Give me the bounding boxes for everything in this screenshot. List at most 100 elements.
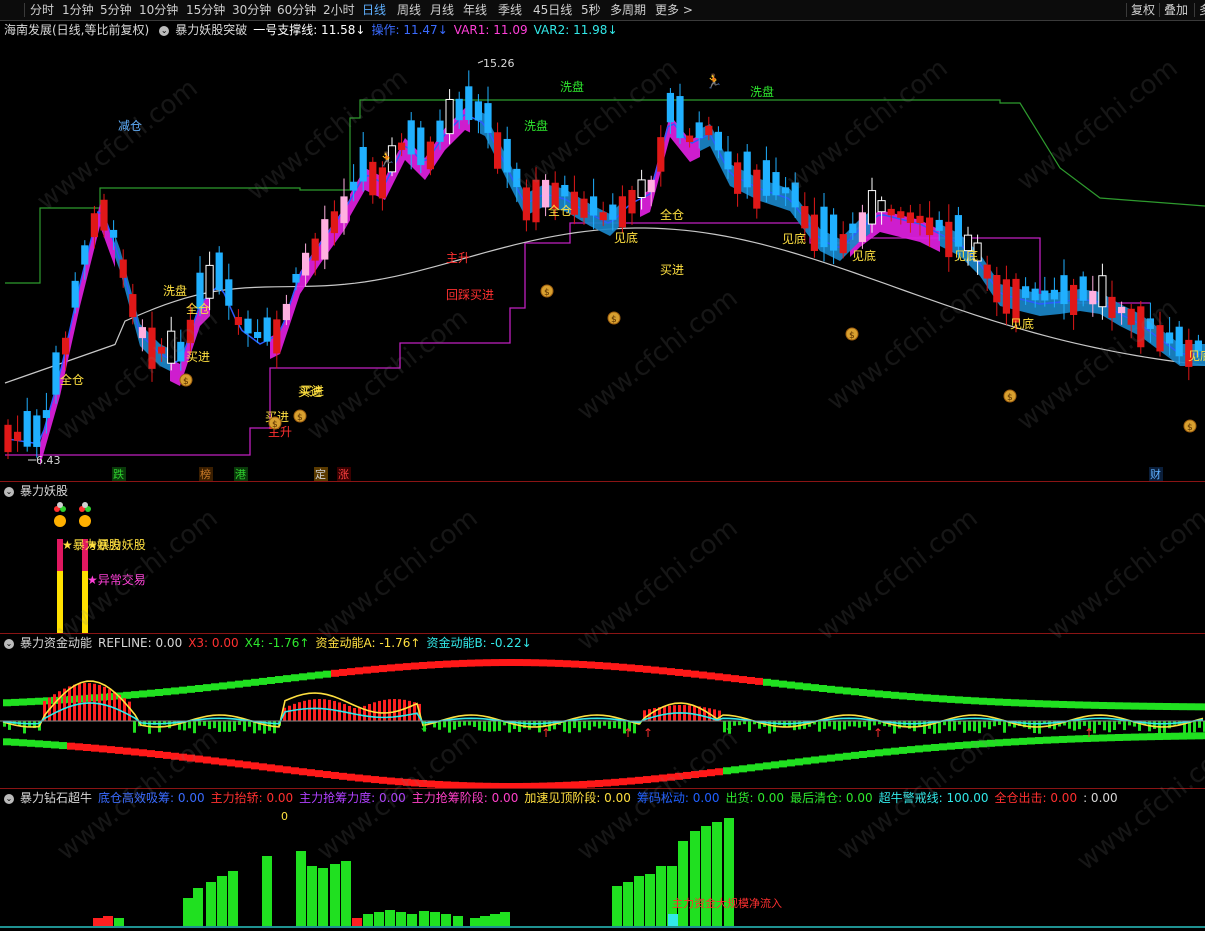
period-tab[interactable]: 30分钟 (232, 2, 271, 18)
envelope-lower (339, 772, 347, 780)
envelope-upper (611, 663, 619, 671)
indicator-value: 主力抬轿: 0.00 (210, 791, 294, 805)
momentum-bar (498, 721, 501, 731)
candle-body (1050, 289, 1058, 300)
capital-bar (668, 914, 678, 926)
candle-body (772, 172, 780, 196)
envelope-lower (891, 747, 899, 755)
period-tab[interactable]: 45日线 (533, 2, 572, 18)
momentum-bar (1123, 721, 1126, 731)
candle-body (100, 199, 108, 231)
toolbar-button[interactable]: 多 (1199, 2, 1205, 18)
momentum-bar (298, 702, 301, 721)
momentum-bar (988, 721, 991, 730)
momentum-bar (288, 705, 291, 721)
diamond-bull-chart[interactable]: 0 主力资金大规模净流入 (0, 806, 1205, 931)
momentum-bar (408, 700, 411, 721)
envelope-upper (267, 676, 275, 684)
capital-bar (645, 874, 655, 926)
period-tab[interactable]: 周线 (397, 2, 421, 18)
period-tab[interactable]: 5秒 (581, 2, 601, 18)
period-tab[interactable]: 月线 (430, 2, 454, 18)
period-tab[interactable]: 15分钟 (186, 2, 225, 18)
period-tab[interactable]: 1分钟 (62, 2, 94, 18)
envelope-upper (667, 668, 675, 676)
momentum-bar (973, 721, 976, 732)
panel4-title[interactable]: 暴力钻石超牛 (20, 791, 92, 805)
balloon-icon (57, 502, 63, 508)
envelope-lower (387, 777, 395, 785)
envelope-upper (1019, 699, 1027, 707)
candle-body (1137, 306, 1145, 348)
envelope-upper (163, 688, 171, 696)
candle-body (14, 431, 22, 441)
period-tab[interactable]: 2小时 (323, 2, 355, 18)
period-tab[interactable]: 年线 (463, 2, 487, 18)
envelope-upper (803, 683, 811, 691)
toolbar-button[interactable]: 叠加 (1164, 2, 1188, 18)
monster-stock-signal-chart[interactable]: ★暴力妖股★暴力妖股★异常交易 (0, 499, 1205, 633)
period-tab[interactable]: 多周期 (610, 2, 646, 18)
momentum-bar (983, 721, 986, 728)
envelope-upper (1075, 701, 1083, 709)
panel3-title[interactable]: 暴力资金动能 (20, 636, 92, 650)
toolbar-button[interactable]: 复权 (1131, 2, 1155, 18)
period-tab[interactable]: 更多 > (655, 2, 693, 18)
period-tab[interactable]: 5分钟 (100, 2, 132, 18)
collapse-icon[interactable]: ⌄ (159, 25, 170, 36)
momentum-bar (948, 721, 951, 732)
collapse-icon[interactable]: ⌄ (4, 486, 14, 497)
envelope-lower (971, 740, 979, 748)
candlestick-chart[interactable]: 减仓洗盘全仓买进洗盘全仓买进主升回踩买进买进买进主升洗盘全仓见底买进全仓见底洗盘… (0, 38, 1205, 482)
momentum-bar (448, 721, 451, 733)
collapse-icon[interactable]: ⌄ (4, 793, 14, 804)
momentum-bar (443, 721, 446, 728)
candle-body (110, 229, 118, 238)
capital-bar (206, 882, 216, 926)
capital-bar (612, 886, 622, 926)
stock-title[interactable]: 海南发展(日线,等比前复权) (4, 23, 149, 37)
envelope-upper (635, 665, 643, 673)
period-tab[interactable]: 季线 (498, 2, 522, 18)
momentum-bar (963, 721, 966, 733)
envelope-upper (1139, 702, 1147, 710)
capital-bar (623, 882, 633, 926)
capital-momentum-chart[interactable]: ↑ ↑ ↑ ↑ ↑ ↓ ↓ (0, 651, 1205, 788)
down-arrow-icon: ↓ (419, 720, 429, 734)
indicator-name[interactable]: 暴力妖股突破 (175, 23, 247, 37)
up-arrow-icon: ↑ (873, 726, 883, 740)
candle-body (1089, 290, 1097, 305)
market-tag: 财 (1150, 467, 1161, 481)
collapse-icon[interactable]: ⌄ (4, 638, 14, 649)
signal-label: 全仓 (186, 301, 210, 316)
envelope-lower (1147, 733, 1155, 741)
panel2-title[interactable]: 暴力妖股 (20, 484, 68, 498)
envelope-lower (347, 773, 355, 781)
candle-body (858, 212, 866, 242)
capital-bar (330, 864, 340, 926)
candle-body (62, 337, 70, 355)
envelope-upper (1131, 702, 1139, 710)
momentum-bar (563, 721, 566, 732)
period-tab[interactable]: 分时 (30, 2, 54, 18)
envelope-upper (323, 670, 331, 678)
envelope-lower (1131, 733, 1139, 741)
period-tab[interactable]: 60分钟 (277, 2, 316, 18)
period-toolbar: 分时 1分钟 5分钟 10分钟 15分钟 30分钟 60分钟 2小时 日线 周线 月线 年线 季线 45日… (0, 0, 1205, 21)
candle-body (4, 424, 12, 453)
envelope-lower (331, 771, 339, 779)
period-tab[interactable]: 日线 (362, 2, 386, 18)
period-tab[interactable]: 10分钟 (139, 2, 178, 18)
envelope-lower (1187, 732, 1195, 740)
envelope-lower (115, 746, 123, 754)
envelope-lower (1139, 733, 1147, 741)
momentum-bar (113, 691, 116, 721)
candle-body (849, 223, 857, 234)
momentum-bar (818, 721, 821, 732)
envelope-upper (1179, 703, 1187, 711)
envelope-upper (491, 659, 499, 667)
envelope-lower (755, 763, 763, 771)
momentum-bar (458, 721, 461, 727)
momentum-bar (313, 699, 316, 721)
candle-body (734, 162, 742, 194)
